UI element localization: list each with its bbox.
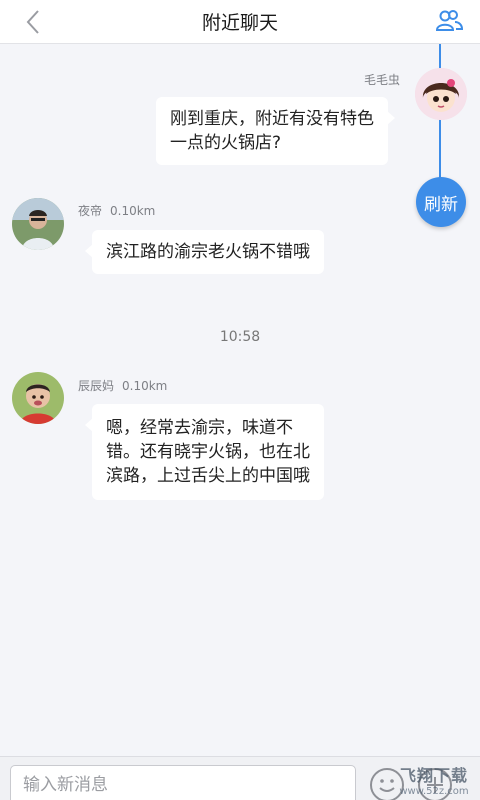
- message-bubble[interactable]: 滨江路的渝宗老火锅不错哦: [85, 230, 324, 274]
- avatar[interactable]: [12, 372, 64, 424]
- sender-distance: 0.10km: [110, 204, 156, 218]
- people-icon: [435, 10, 463, 31]
- refresh-button[interactable]: 刷新: [416, 177, 466, 227]
- avatar[interactable]: [415, 68, 467, 120]
- avatar[interactable]: [12, 198, 64, 250]
- watermark: 飞翔下载 www.52z.com: [394, 762, 474, 797]
- message-text: 嗯，经常去渝宗，味道不错。还有晓宇火锅，也在北滨路，上过舌尖上的中国哦: [106, 418, 310, 486]
- message-sender-meta: 辰辰妈 0.10km: [78, 377, 167, 394]
- message-sender-meta: 毛毛虫: [364, 71, 400, 88]
- top-bar: 附近聊天: [0, 0, 480, 44]
- nearby-friends-button[interactable]: [432, 4, 466, 38]
- message-bubble[interactable]: 嗯，经常去渝宗，味道不错。还有晓宇火锅，也在北滨路，上过舌尖上的中国哦: [85, 404, 324, 500]
- message-text: 滨江路的渝宗老火锅不错哦: [106, 242, 310, 262]
- message-bubble[interactable]: 刚到重庆，附近有没有特色一点的火锅店?: [156, 97, 395, 165]
- watermark-sub: www.52z.com: [399, 786, 469, 797]
- sender-name: 辰辰妈: [78, 379, 115, 393]
- man-photo-avatar: [12, 198, 64, 250]
- message-sender-meta: 夜帝 0.10km: [78, 202, 155, 219]
- message-input[interactable]: [10, 765, 356, 800]
- message-text: 刚到重庆，附近有没有特色一点的火锅店?: [170, 109, 374, 153]
- sender-name: 夜帝: [78, 204, 103, 218]
- timestamp: 10:58: [219, 329, 261, 345]
- cartoon-girl-avatar: [415, 68, 467, 120]
- child-photo-avatar: [12, 372, 64, 424]
- watermark-main: 飞翔下载: [399, 766, 468, 785]
- page-title: 附近聊天: [201, 12, 278, 34]
- sender-distance: 0.10km: [122, 379, 168, 393]
- sender-name: 毛毛虫: [364, 73, 401, 87]
